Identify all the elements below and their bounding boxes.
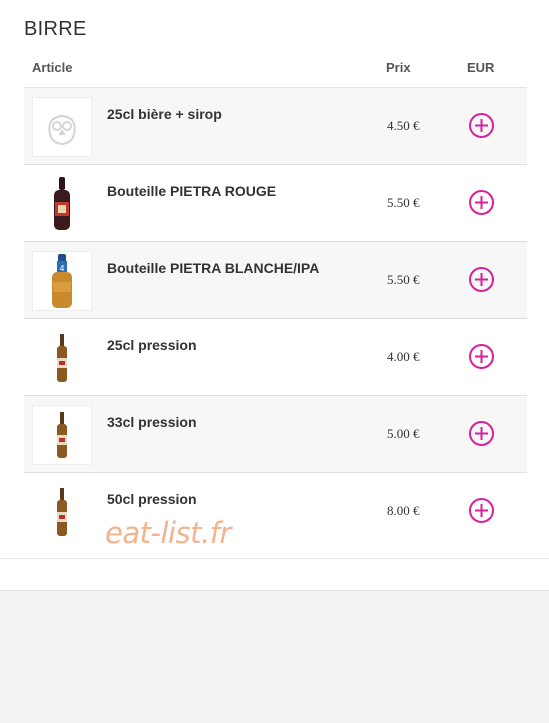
header-price: Prix bbox=[386, 60, 411, 75]
product-image: 4 bbox=[32, 251, 92, 311]
red-beer-bottle-icon bbox=[54, 177, 70, 230]
product-image bbox=[32, 328, 92, 388]
divider bbox=[0, 558, 549, 559]
item-name: 25cl bière + sirop bbox=[107, 106, 222, 122]
item-price: 4.00 € bbox=[387, 349, 420, 364]
table-row: Bouteille PIETRA ROUGE 5.50 € bbox=[24, 165, 527, 242]
item-price: 5.00 € bbox=[387, 426, 420, 441]
product-image bbox=[32, 174, 92, 234]
plus-circle-icon[interactable] bbox=[468, 497, 495, 524]
table-row: 4 Bouteille PIETRA BLANCHE/IPA 5.50 € bbox=[24, 242, 527, 319]
item-name: 25cl pression bbox=[107, 337, 197, 353]
plus-circle-icon[interactable] bbox=[468, 266, 495, 293]
beer-bottle-icon bbox=[57, 334, 67, 382]
table-row: 25cl pression 4.00 € bbox=[24, 319, 527, 396]
plus-circle-icon[interactable] bbox=[468, 343, 495, 370]
plus-circle-icon[interactable] bbox=[468, 112, 495, 139]
item-price: 8.00 € bbox=[387, 503, 420, 518]
product-image bbox=[32, 97, 92, 157]
section-title: BIRRE bbox=[24, 18, 87, 40]
item-name: Bouteille PIETRA ROUGE bbox=[107, 183, 277, 199]
item-price: 5.50 € bbox=[387, 195, 420, 210]
table-row: 33cl pression 5.00 € bbox=[24, 396, 527, 473]
plus-circle-icon[interactable] bbox=[468, 420, 495, 447]
table-row: 25cl bière + sirop 4.50 € bbox=[24, 88, 527, 165]
item-name: 50cl pression bbox=[107, 491, 197, 507]
item-price: 5.50 € bbox=[387, 272, 420, 287]
header-currency: EUR bbox=[467, 60, 495, 75]
table-header: Article Prix EUR bbox=[24, 58, 527, 89]
product-image bbox=[32, 405, 92, 465]
table-row: 50cl pression 8.00 € bbox=[24, 473, 527, 549]
header-article: Article bbox=[32, 60, 73, 75]
placeholder-logo-icon bbox=[48, 115, 76, 146]
beer-bottle-icon bbox=[57, 412, 67, 458]
watermark: eat-list.fr bbox=[105, 516, 231, 550]
item-price: 4.50 € bbox=[387, 118, 420, 133]
item-name: 33cl pression bbox=[107, 414, 197, 430]
page-footer bbox=[0, 590, 549, 723]
beer-bottle-icon bbox=[57, 488, 67, 536]
plus-circle-icon[interactable] bbox=[468, 189, 495, 216]
white-ipa-bottle-icon: 4 bbox=[52, 254, 72, 308]
product-image bbox=[32, 482, 92, 542]
svg-text:4: 4 bbox=[59, 264, 64, 273]
item-name: Bouteille PIETRA BLANCHE/IPA bbox=[107, 260, 320, 276]
